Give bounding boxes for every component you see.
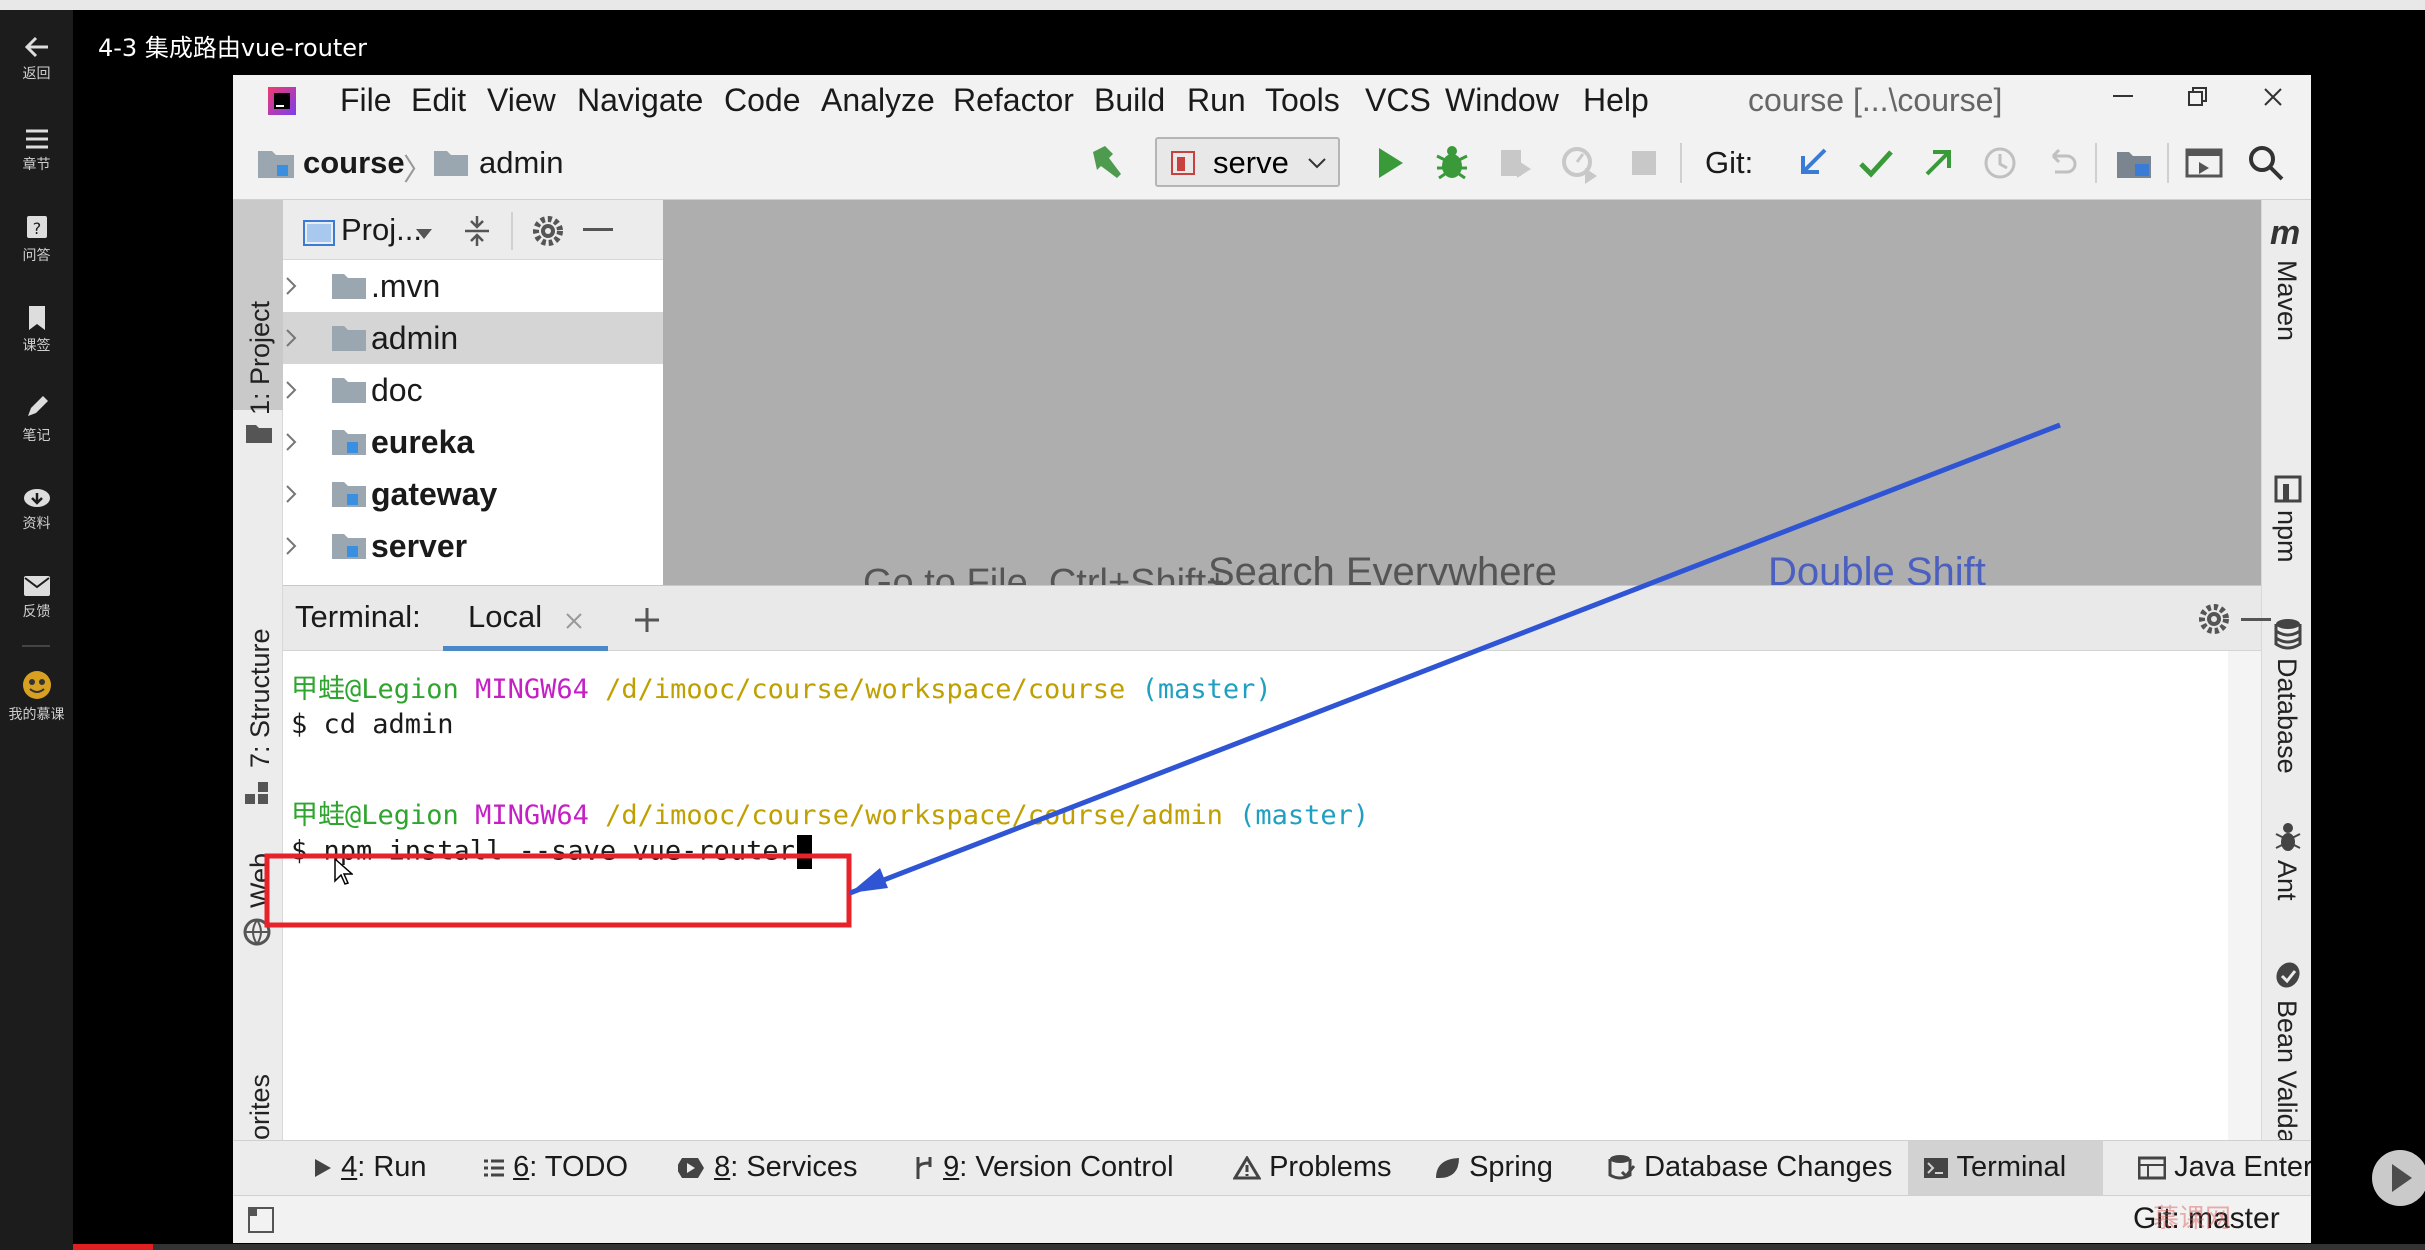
annotation-arrow — [849, 422, 2061, 896]
video-progress-fill — [73, 1244, 153, 1250]
highlight-box — [264, 853, 852, 928]
play-icon — [2392, 1164, 2412, 1192]
video-player: { "player": { "title": "4-3 集成路由vue-rout… — [0, 0, 2425, 1250]
video-progress-bar[interactable] — [73, 1244, 2425, 1250]
annotation-overlay — [264, 422, 2061, 928]
play-button[interactable] — [2372, 1150, 2425, 1206]
arrow-head — [850, 868, 888, 893]
